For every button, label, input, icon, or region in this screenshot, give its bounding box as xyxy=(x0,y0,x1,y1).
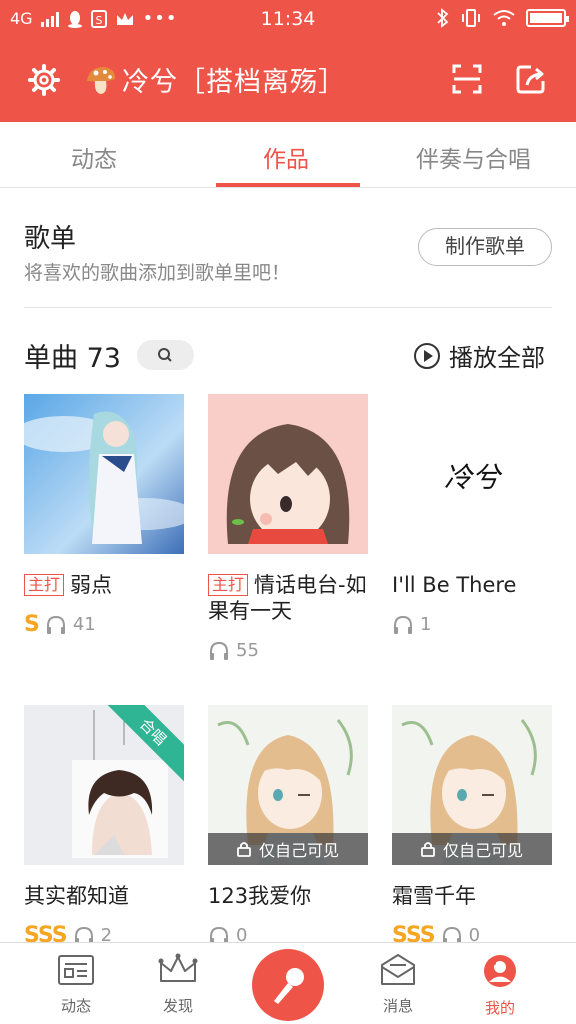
private-label: 仅自己可见 xyxy=(258,841,339,860)
headphones-icon xyxy=(394,615,412,634)
nav-messages-label: 消息 xyxy=(382,997,413,1015)
battery-icon xyxy=(526,9,569,27)
bottom-nav: 动态 发现 消息 我的 xyxy=(0,942,576,1024)
mushroom-icon xyxy=(87,66,116,94)
song-cover: 冷兮 xyxy=(392,394,552,554)
song-cover xyxy=(24,394,184,554)
singles-title: 单曲 73 xyxy=(24,336,121,375)
play-circle-icon xyxy=(414,342,440,369)
playlist-section: 歌单 将喜欢的歌曲添加到歌单里吧！ 制作歌单 xyxy=(0,188,576,308)
divider xyxy=(24,307,552,308)
feed-icon xyxy=(58,955,94,985)
private-badge: 仅自己可见 xyxy=(208,833,368,865)
song-cover: 仅自己可见 xyxy=(392,705,552,865)
play-count: 1 xyxy=(420,614,432,635)
lock-icon xyxy=(421,842,435,857)
nav-feed[interactable]: 动态 xyxy=(36,953,116,1016)
nav-discover[interactable]: 发现 xyxy=(138,953,218,1016)
gear-icon[interactable] xyxy=(28,64,60,96)
mail-icon xyxy=(381,954,415,985)
headline-tag: 主打 xyxy=(208,574,249,596)
play-all-label: 播放全部 xyxy=(449,344,545,372)
nav-discover-label: 发现 xyxy=(162,997,193,1015)
lock-icon xyxy=(237,842,251,857)
record-button[interactable] xyxy=(252,949,324,1021)
share-icon[interactable] xyxy=(515,63,547,95)
private-badge: 仅自己可见 xyxy=(392,833,552,865)
song-title: 其实都知道 xyxy=(24,884,129,908)
play-count: 41 xyxy=(72,614,96,635)
cover-signature: 冷兮 xyxy=(443,461,500,494)
tab-active-indicator xyxy=(216,183,360,187)
create-playlist-button[interactable]: 制作歌单 xyxy=(418,228,552,266)
nav-me[interactable]: 我的 xyxy=(460,953,540,1018)
song-title: 霜雪千年 xyxy=(392,884,476,908)
profile-icon xyxy=(484,955,516,987)
tab-accompaniment-chorus[interactable]: 伴奏与合唱 xyxy=(416,140,531,174)
crown-icon xyxy=(158,953,198,982)
search-button[interactable] xyxy=(137,340,194,370)
page-title: 冷兮［搭档离殇］ xyxy=(122,67,346,98)
nav-feed-label: 动态 xyxy=(60,997,91,1015)
song-cover: 合唱 xyxy=(24,705,184,865)
private-label: 仅自己可见 xyxy=(442,841,523,860)
singles-label: 单曲 xyxy=(24,343,78,374)
tab-works[interactable]: 作品 xyxy=(263,140,309,174)
vibrate-icon xyxy=(462,9,480,27)
playlist-title: 歌单 xyxy=(24,224,77,254)
tab-bar: 动态 作品 伴奏与合唱 xyxy=(0,122,576,188)
wifi-icon xyxy=(493,10,515,26)
microphone-icon xyxy=(274,968,304,1004)
top-bar: 4G S ••• 11:34 冷兮［搭档离殇］ xyxy=(0,0,576,122)
tab-feed[interactable]: 动态 xyxy=(71,140,117,174)
headline-tag: 主打 xyxy=(24,574,65,596)
song-title: I'll Be There xyxy=(392,573,517,597)
search-icon xyxy=(158,348,172,362)
status-bar: 4G S ••• 11:34 xyxy=(0,0,576,40)
playlist-subtitle: 将喜欢的歌曲添加到歌单里吧！ xyxy=(24,262,291,284)
profile-header: 冷兮［搭档离殇］ xyxy=(0,40,576,122)
song-cover: 仅自己可见 xyxy=(208,705,368,865)
song-title: 弱点 xyxy=(70,573,113,597)
play-count: 55 xyxy=(236,640,259,661)
score-grade: S xyxy=(24,612,40,637)
headphones-icon xyxy=(46,615,65,634)
song-cover xyxy=(208,394,368,554)
nav-messages[interactable]: 消息 xyxy=(358,953,438,1016)
song-title: 123我爱你 xyxy=(208,884,312,908)
singles-count: 73 xyxy=(86,343,121,374)
nav-me-label: 我的 xyxy=(484,999,515,1017)
play-all-button[interactable]: 播放全部 xyxy=(413,338,545,373)
headphones-icon xyxy=(210,641,228,660)
bluetooth-icon xyxy=(437,8,449,28)
scan-icon[interactable] xyxy=(452,64,482,94)
